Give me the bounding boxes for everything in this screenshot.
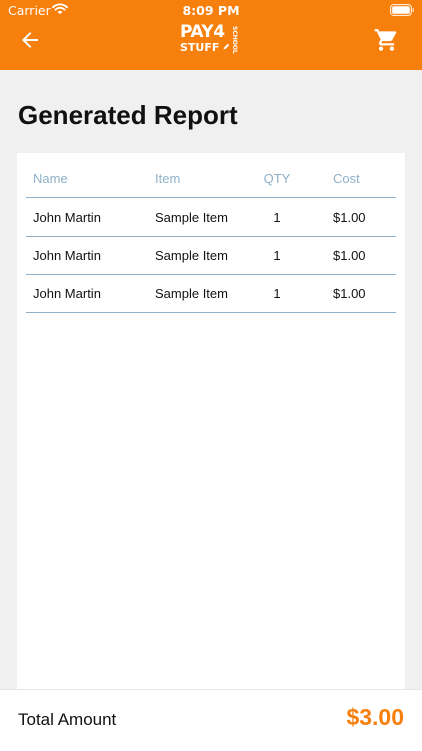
- logo-text-school: SCHOOL: [231, 26, 238, 54]
- cell-cost: $1.00: [333, 248, 366, 263]
- cell-item: Sample Item: [155, 210, 228, 225]
- cell-qty: 1: [273, 286, 281, 301]
- table-row: John Martin Sample Item 1 $1.00: [26, 236, 396, 275]
- total-bar: Total Amount $3.00: [0, 689, 422, 751]
- report-table: Name Item QTY Cost John Martin Sample It…: [17, 153, 405, 693]
- app-header: Carrier 8:09 PM PAY4 STUFF SCHOOL: [0, 0, 422, 70]
- shopping-cart-icon: [374, 29, 397, 51]
- cell-qty: 1: [273, 248, 281, 263]
- cell-cost: $1.00: [333, 286, 366, 301]
- column-header-item: Item: [155, 171, 181, 186]
- column-header-qty: QTY: [263, 171, 291, 186]
- column-header-name: Name: [33, 171, 68, 186]
- table-row: John Martin Sample Item 1 $1.00: [26, 198, 396, 237]
- cell-name: John Martin: [33, 248, 101, 263]
- status-bar: Carrier 8:09 PM: [0, 0, 422, 22]
- battery-icon: [390, 4, 414, 16]
- app-logo: PAY4 STUFF SCHOOL: [180, 24, 242, 56]
- logo-text-pay4: PAY4: [180, 22, 225, 42]
- back-button[interactable]: [18, 28, 42, 52]
- cell-name: John Martin: [33, 286, 101, 301]
- table-row: John Martin Sample Item 1 $1.00: [26, 274, 396, 313]
- cart-button[interactable]: [373, 27, 400, 53]
- status-time: 8:09 PM: [182, 3, 240, 18]
- arrow-left-icon: [22, 32, 38, 48]
- cell-name: John Martin: [33, 210, 101, 225]
- column-header-cost: Cost: [333, 171, 360, 186]
- cell-cost: $1.00: [333, 210, 366, 225]
- cell-item: Sample Item: [155, 286, 228, 301]
- total-amount-value: $3.00: [346, 704, 404, 730]
- cell-qty: 1: [273, 210, 281, 225]
- cell-item: Sample Item: [155, 248, 228, 263]
- logo-text-stuff: STUFF: [180, 41, 220, 54]
- table-header-row: Name Item QTY Cost: [26, 159, 396, 198]
- total-amount-label: Total Amount: [18, 710, 117, 729]
- page-title: Generated Report: [18, 100, 238, 130]
